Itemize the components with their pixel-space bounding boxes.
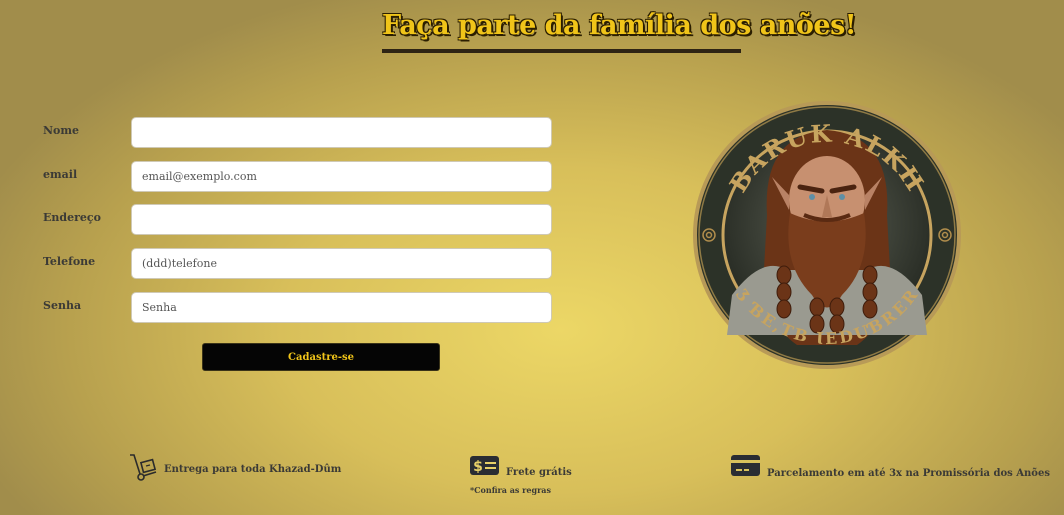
delivery-text: Entrega para toda Khazad-Dûm bbox=[164, 463, 342, 475]
hand-truck-icon bbox=[128, 452, 158, 486]
money-bill-icon: $ bbox=[470, 456, 500, 480]
shipping-note: *Confira as regras bbox=[470, 485, 551, 495]
phone-input[interactable] bbox=[131, 248, 552, 279]
password-input[interactable] bbox=[131, 292, 552, 323]
name-input[interactable] bbox=[131, 117, 552, 148]
address-input[interactable] bbox=[131, 204, 552, 235]
signup-button[interactable]: Cadastre-se bbox=[202, 343, 440, 371]
address-label: Endereço bbox=[43, 211, 101, 224]
shipping-text: Frete grátis bbox=[506, 466, 572, 478]
title-underline bbox=[382, 49, 741, 53]
feature-installments: Parcelamento em até 3x na Promissória do… bbox=[731, 455, 1050, 481]
credit-card-icon bbox=[731, 455, 761, 481]
email-input[interactable] bbox=[131, 161, 552, 192]
form-row-address: Endereço bbox=[0, 204, 560, 236]
svg-text:$: $ bbox=[473, 459, 483, 475]
password-label: Senha bbox=[43, 299, 82, 312]
dwarf-logo: BARUK ALKH Ʒ ƁE,TB ƖEDUƁRER bbox=[693, 101, 961, 369]
form-row-password: Senha bbox=[0, 292, 560, 324]
name-label: Nome bbox=[43, 124, 80, 137]
form-row-name: Nome bbox=[0, 117, 560, 149]
email-label: email bbox=[43, 168, 78, 181]
form-row-phone: Telefone bbox=[0, 248, 560, 280]
form-row-email: email bbox=[0, 161, 560, 193]
feature-delivery: Entrega para toda Khazad-Dûm bbox=[128, 452, 341, 486]
feature-shipping: $ Frete grátis bbox=[470, 456, 572, 480]
phone-label: Telefone bbox=[43, 255, 96, 268]
installments-text: Parcelamento em até 3x na Promissória do… bbox=[767, 467, 1050, 479]
page-title: Faça parte da família dos anões! bbox=[382, 10, 857, 41]
